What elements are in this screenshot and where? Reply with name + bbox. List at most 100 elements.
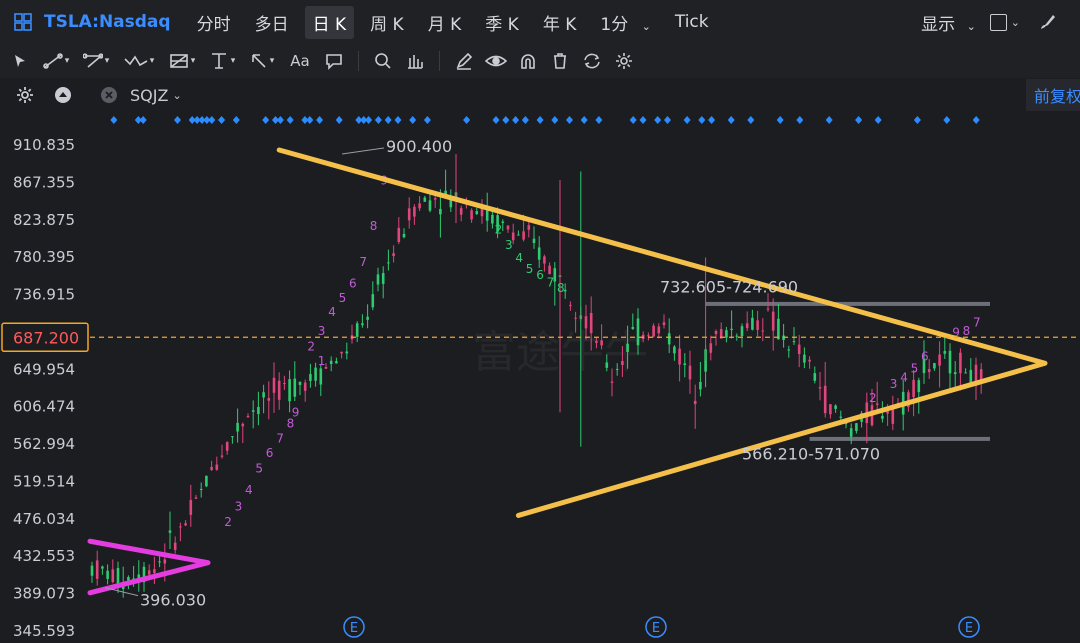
candle-body	[662, 322, 666, 326]
collapse-icon[interactable]	[54, 86, 72, 104]
caret-icon: ▾	[269, 56, 275, 66]
measure-tool[interactable]	[399, 44, 431, 78]
settings-tool[interactable]	[608, 44, 640, 78]
tab-1min-label: 1分	[600, 14, 629, 35]
candle-body	[771, 311, 775, 331]
magnet-tool[interactable]	[512, 44, 544, 78]
earnings-label: E	[652, 621, 660, 636]
candle-body	[938, 354, 941, 366]
candle-body	[106, 570, 109, 579]
y-tick-label: 649.954	[13, 360, 75, 378]
candle-body	[631, 327, 635, 329]
candle-body	[210, 466, 213, 470]
symbol-title[interactable]: TSLA:Nasdaq	[44, 12, 171, 32]
wave-icon	[124, 55, 148, 67]
candlestick-chart[interactable]: 富途牛牛 910.835867.355823.875780.395736.915…	[0, 112, 1080, 643]
note-tool[interactable]	[318, 44, 350, 78]
eye-tool[interactable]	[480, 44, 512, 78]
checkbox-icon[interactable]	[989, 13, 1007, 31]
brush-icon[interactable]	[1038, 12, 1058, 32]
cursor-tool[interactable]	[4, 44, 36, 78]
fib-tool[interactable]: ▾	[162, 44, 202, 78]
close-icon[interactable]	[100, 86, 118, 104]
candle-body	[589, 312, 593, 334]
candle-body	[881, 415, 884, 419]
tab-yearly-k[interactable]: 年 K	[535, 6, 585, 39]
candle-body	[303, 382, 307, 391]
tab-weekly-k[interactable]: 周 K	[362, 6, 412, 39]
tab-tick[interactable]: Tick	[667, 8, 717, 36]
candle-down	[205, 475, 208, 488]
candle-body	[179, 526, 182, 528]
candle-body	[808, 359, 811, 362]
candle-body	[621, 360, 624, 366]
tab-monthly-k[interactable]: 月 K	[420, 6, 470, 39]
candle-body	[231, 436, 234, 438]
candle-body	[272, 377, 276, 393]
caret-icon: ▾	[104, 56, 110, 66]
pencil-tool[interactable]	[448, 44, 480, 78]
candle-body	[439, 208, 442, 215]
tab-daily-k[interactable]: 日 K	[304, 5, 355, 39]
candle-body	[699, 381, 702, 390]
td-label: 1	[318, 354, 326, 368]
y-tick-label: 562.994	[13, 435, 75, 453]
td-label: 3	[505, 238, 513, 252]
candle-body	[205, 475, 208, 487]
candle-body	[803, 354, 806, 363]
trash-tool[interactable]	[544, 44, 576, 78]
wave-tool[interactable]: ▾	[116, 44, 162, 78]
arrow-tool[interactable]: ▾	[242, 44, 282, 78]
tab-1min[interactable]: 1分 ⌄	[592, 6, 658, 39]
candle-body	[194, 497, 198, 499]
chevron-down-icon[interactable]: ⌄	[1011, 16, 1020, 29]
fib-icon	[169, 54, 188, 68]
adjust-mode[interactable]: 前复权	[1026, 79, 1080, 111]
gear-icon[interactable]	[16, 86, 34, 104]
text-icon: Aa	[290, 52, 310, 70]
td-label: 2	[224, 515, 232, 529]
indicator-bar: SQJZ ⌄ 前复权	[0, 78, 1080, 112]
arrow-icon	[251, 54, 266, 68]
td-label: 4	[245, 483, 253, 497]
zoom-tool[interactable]	[367, 44, 399, 78]
y-tick-label: 867.355	[13, 173, 75, 191]
candle-body	[979, 369, 983, 380]
td-label: 6	[349, 277, 357, 291]
candle-body	[751, 317, 754, 330]
candle-body	[329, 360, 333, 365]
candle-body	[355, 323, 359, 337]
cursor-icon	[15, 55, 25, 67]
tab-intraday[interactable]: 分时	[189, 6, 239, 39]
grid-icon[interactable]	[14, 13, 32, 31]
trendline-tool[interactable]: ▾	[36, 44, 76, 78]
tab-quarterly-k[interactable]: 季 K	[477, 6, 527, 39]
candle-body	[366, 316, 369, 320]
horizontal-line-tool[interactable]: ▾	[202, 44, 242, 78]
sync-tool[interactable]	[576, 44, 608, 78]
candle-body	[387, 262, 390, 264]
tab-multiday[interactable]: 多日	[247, 6, 297, 39]
candle-body	[714, 330, 718, 335]
measure-icon	[408, 55, 423, 69]
candle-body	[283, 382, 286, 384]
candle-body	[158, 561, 161, 563]
candle-body	[402, 233, 406, 238]
candle-body	[371, 294, 375, 308]
indicator-name[interactable]: SQJZ	[130, 86, 168, 105]
candle-body	[153, 569, 156, 574]
polyline-tool[interactable]: ▾	[76, 44, 116, 78]
caret-icon: ▾	[149, 56, 155, 66]
chevron-down-icon[interactable]: ⌄	[172, 89, 181, 102]
candle-body	[834, 405, 837, 409]
candle-body	[933, 363, 936, 369]
td-label: 6	[536, 268, 544, 282]
candle-body	[813, 373, 817, 381]
candle-body	[787, 349, 791, 351]
td-label: 4	[515, 251, 523, 265]
candle-body	[532, 238, 536, 243]
text-tool[interactable]: Aa	[282, 44, 318, 78]
display-menu[interactable]: 显示 ⌄	[913, 6, 984, 39]
trendline-icon	[42, 53, 63, 69]
candle-body	[927, 369, 931, 373]
